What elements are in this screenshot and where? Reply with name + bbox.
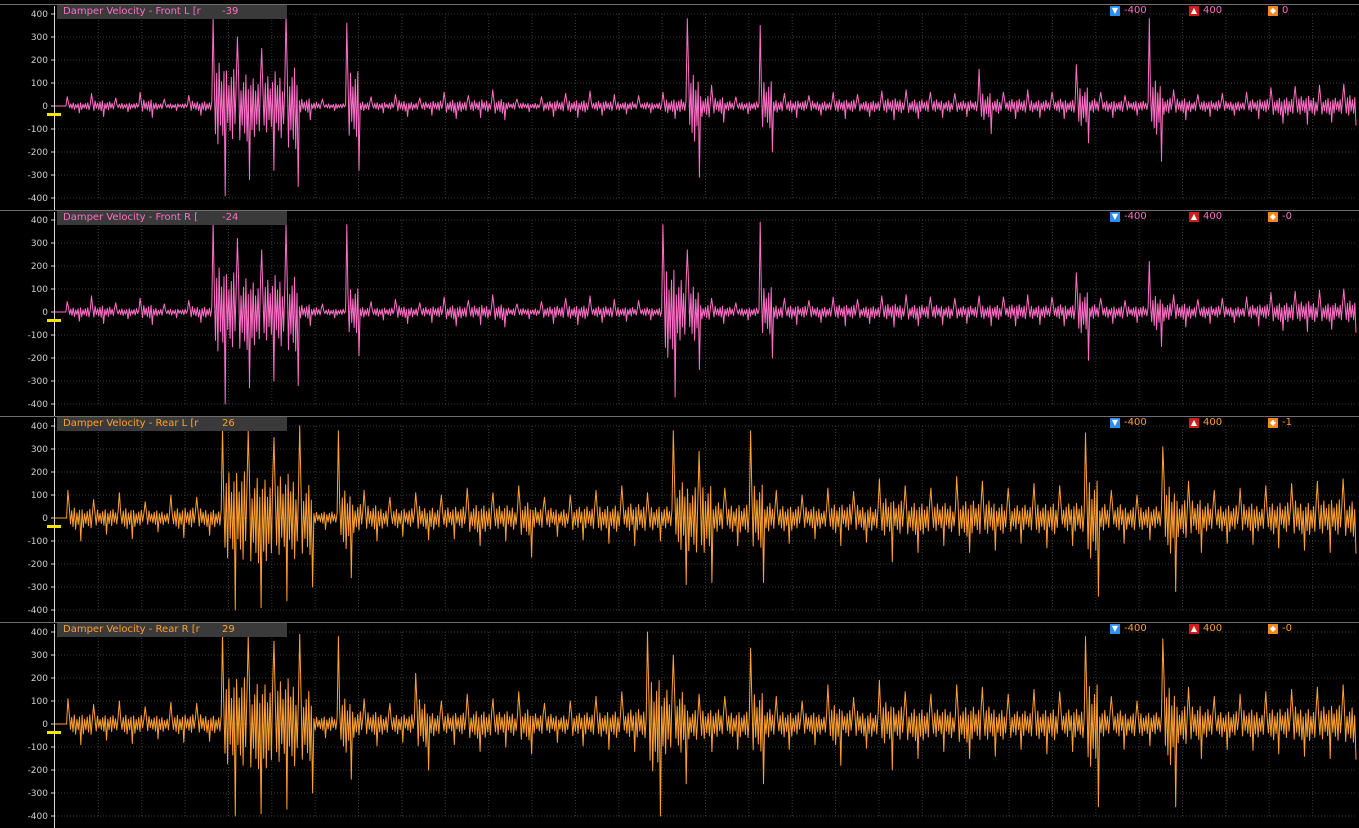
telemetry-plot-area: 400 300 200 100 0 -100 -200 -300 -400 Damper Velo…: [0, 0, 1359, 828]
y-tick-label: 100: [31, 697, 48, 707]
max-scale-icon: ▲: [1189, 6, 1199, 16]
y-tick-label: 300: [31, 651, 48, 661]
y-tick-label: 200: [31, 468, 48, 478]
y-tick-label: -200: [28, 354, 49, 364]
y-tick-label: -200: [28, 560, 49, 570]
max-scale-value: 400: [1203, 211, 1223, 222]
offset-value: 0: [1282, 5, 1289, 16]
y-tick-label: -100: [28, 537, 49, 547]
y-tick-label: -200: [28, 148, 49, 158]
y-tick-label: 400: [31, 10, 48, 20]
y-tick-label: -100: [28, 125, 49, 135]
offset-icon: ◆: [1268, 6, 1278, 16]
y-tick-label: 200: [31, 674, 48, 684]
cursor-value: 26: [222, 418, 235, 429]
y-tick-label: -200: [28, 766, 49, 776]
y-tick-label: -100: [28, 743, 49, 753]
y-tick-label: -300: [28, 583, 49, 593]
y-tick-label: 400: [31, 422, 48, 432]
y-tick-label: -400: [28, 606, 49, 616]
cursor-value: -39: [222, 6, 239, 17]
max-scale-icon: ▲: [1189, 212, 1199, 222]
cursor-value: 29: [222, 624, 235, 635]
channel-name: Damper Velocity - Rear R [r: [63, 624, 200, 635]
y-tick-label: 300: [31, 239, 48, 249]
y-tick-label: 200: [31, 262, 48, 272]
chart-svg: 400 300 200 100 0 -100 -200 -300 -400: [0, 4, 1359, 210]
max-scale-icon: ▲: [1189, 418, 1199, 428]
channel-header[interactable]: Damper Velocity - Front L [r -39: [57, 5, 287, 19]
offset-value: -1: [1282, 417, 1292, 428]
y-tick-label: 100: [31, 79, 48, 89]
offset-value: -0: [1282, 211, 1292, 222]
min-scale-icon: ▼: [1110, 418, 1120, 428]
max-scale-value: 400: [1203, 5, 1223, 16]
channel-name: Damper Velocity - Rear L [r: [63, 418, 199, 429]
y-tick-label: -400: [28, 400, 49, 410]
zero-marker: [47, 113, 61, 116]
channel-name: Damper Velocity - Front L [r: [63, 6, 201, 17]
channel-header[interactable]: Damper Velocity - Front R [ -24: [57, 211, 287, 225]
y-tick-label: -300: [28, 789, 49, 799]
chart-panel: 400 300 200 100 0 -100 -200 -300 -400 Damper Velo…: [0, 210, 1359, 416]
y-tick-label: 0: [42, 514, 48, 524]
y-tick-label: 0: [42, 720, 48, 730]
max-scale-value: 400: [1203, 417, 1223, 428]
channel-name: Damper Velocity - Front R [: [63, 212, 199, 223]
y-tick-label: -100: [28, 331, 49, 341]
offset-icon: ◆: [1268, 212, 1278, 222]
min-scale-value: -400: [1124, 623, 1147, 634]
channel-header[interactable]: Damper Velocity - Rear R [r 29: [57, 623, 287, 637]
offset-icon: ◆: [1268, 418, 1278, 428]
max-scale-icon: ▲: [1189, 624, 1199, 634]
y-tick-label: -400: [28, 194, 49, 204]
min-scale-icon: ▼: [1110, 624, 1120, 634]
y-tick-label: -300: [28, 171, 49, 181]
y-tick-label: 100: [31, 285, 48, 295]
chart-svg: 400 300 200 100 0 -100 -200 -300 -400: [0, 416, 1359, 622]
y-tick-label: 400: [31, 216, 48, 226]
min-scale-icon: ▼: [1110, 212, 1120, 222]
chart-panel: 400 300 200 100 0 -100 -200 -300 -400 Damper Velo…: [0, 416, 1359, 622]
y-tick-label: 200: [31, 56, 48, 66]
channel-header[interactable]: Damper Velocity - Rear L [r 26: [57, 417, 287, 431]
min-scale-icon: ▼: [1110, 6, 1120, 16]
chart-panel: 400 300 200 100 0 -100 -200 -300 -400 Damper Velo…: [0, 4, 1359, 210]
chart-panel: 400 300 200 100 0 -100 -200 -300 -400 Damper Velo…: [0, 622, 1359, 828]
y-tick-label: 0: [42, 102, 48, 112]
offset-value: -0: [1282, 623, 1292, 634]
y-tick-label: -300: [28, 377, 49, 387]
min-scale-value: -400: [1124, 5, 1147, 16]
cursor-value: -24: [222, 212, 239, 223]
offset-icon: ◆: [1268, 624, 1278, 634]
min-scale-value: -400: [1124, 417, 1147, 428]
y-tick-label: 100: [31, 491, 48, 501]
zero-marker: [47, 319, 61, 322]
zero-marker: [47, 731, 61, 734]
zero-marker: [47, 525, 61, 528]
max-scale-value: 400: [1203, 623, 1223, 634]
y-tick-label: 400: [31, 628, 48, 638]
y-tick-label: 300: [31, 33, 48, 43]
chart-svg: 400 300 200 100 0 -100 -200 -300 -400: [0, 210, 1359, 416]
y-tick-label: 0: [42, 308, 48, 318]
y-tick-label: 300: [31, 445, 48, 455]
y-tick-label: -400: [28, 812, 49, 822]
min-scale-value: -400: [1124, 211, 1147, 222]
chart-svg: 400 300 200 100 0 -100 -200 -300 -400: [0, 622, 1359, 828]
